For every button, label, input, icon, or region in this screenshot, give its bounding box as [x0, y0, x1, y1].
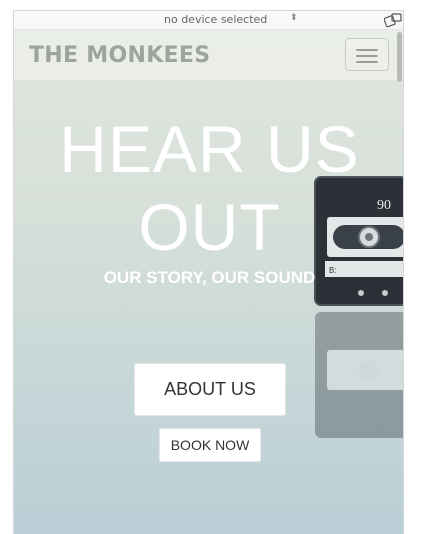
hero-title: HEAR US OUT [14, 110, 403, 266]
page-viewport: B: 90 THE MONKEES HEAR US OUT OUR STORY,… [14, 30, 403, 534]
browser-device-frame: no device selected ⬍ B: 90 THE MONKEES H… [13, 10, 404, 534]
brand-logo[interactable]: THE MONKEES [29, 43, 210, 68]
scrollbar-thumb[interactable] [397, 32, 402, 82]
hero-subtitle: OUR STORY, OUR SOUND [103, 268, 316, 287]
device-toolbar: no device selected ⬍ [14, 11, 403, 30]
hero-title-line1: HEAR US [59, 112, 360, 186]
hamburger-menu-icon[interactable] [345, 38, 389, 71]
rotate-device-icon[interactable] [384, 12, 402, 28]
hero-title-line2: OUT [138, 190, 281, 264]
select-arrows-icon[interactable]: ⬍ [290, 13, 298, 23]
navbar: THE MONKEES [14, 30, 403, 82]
book-now-button[interactable]: BOOK NOW [159, 428, 261, 462]
about-us-button[interactable]: ABOUT US [134, 363, 286, 416]
cassette-reflection-image [315, 312, 403, 438]
device-select[interactable]: no device selected [164, 13, 267, 26]
